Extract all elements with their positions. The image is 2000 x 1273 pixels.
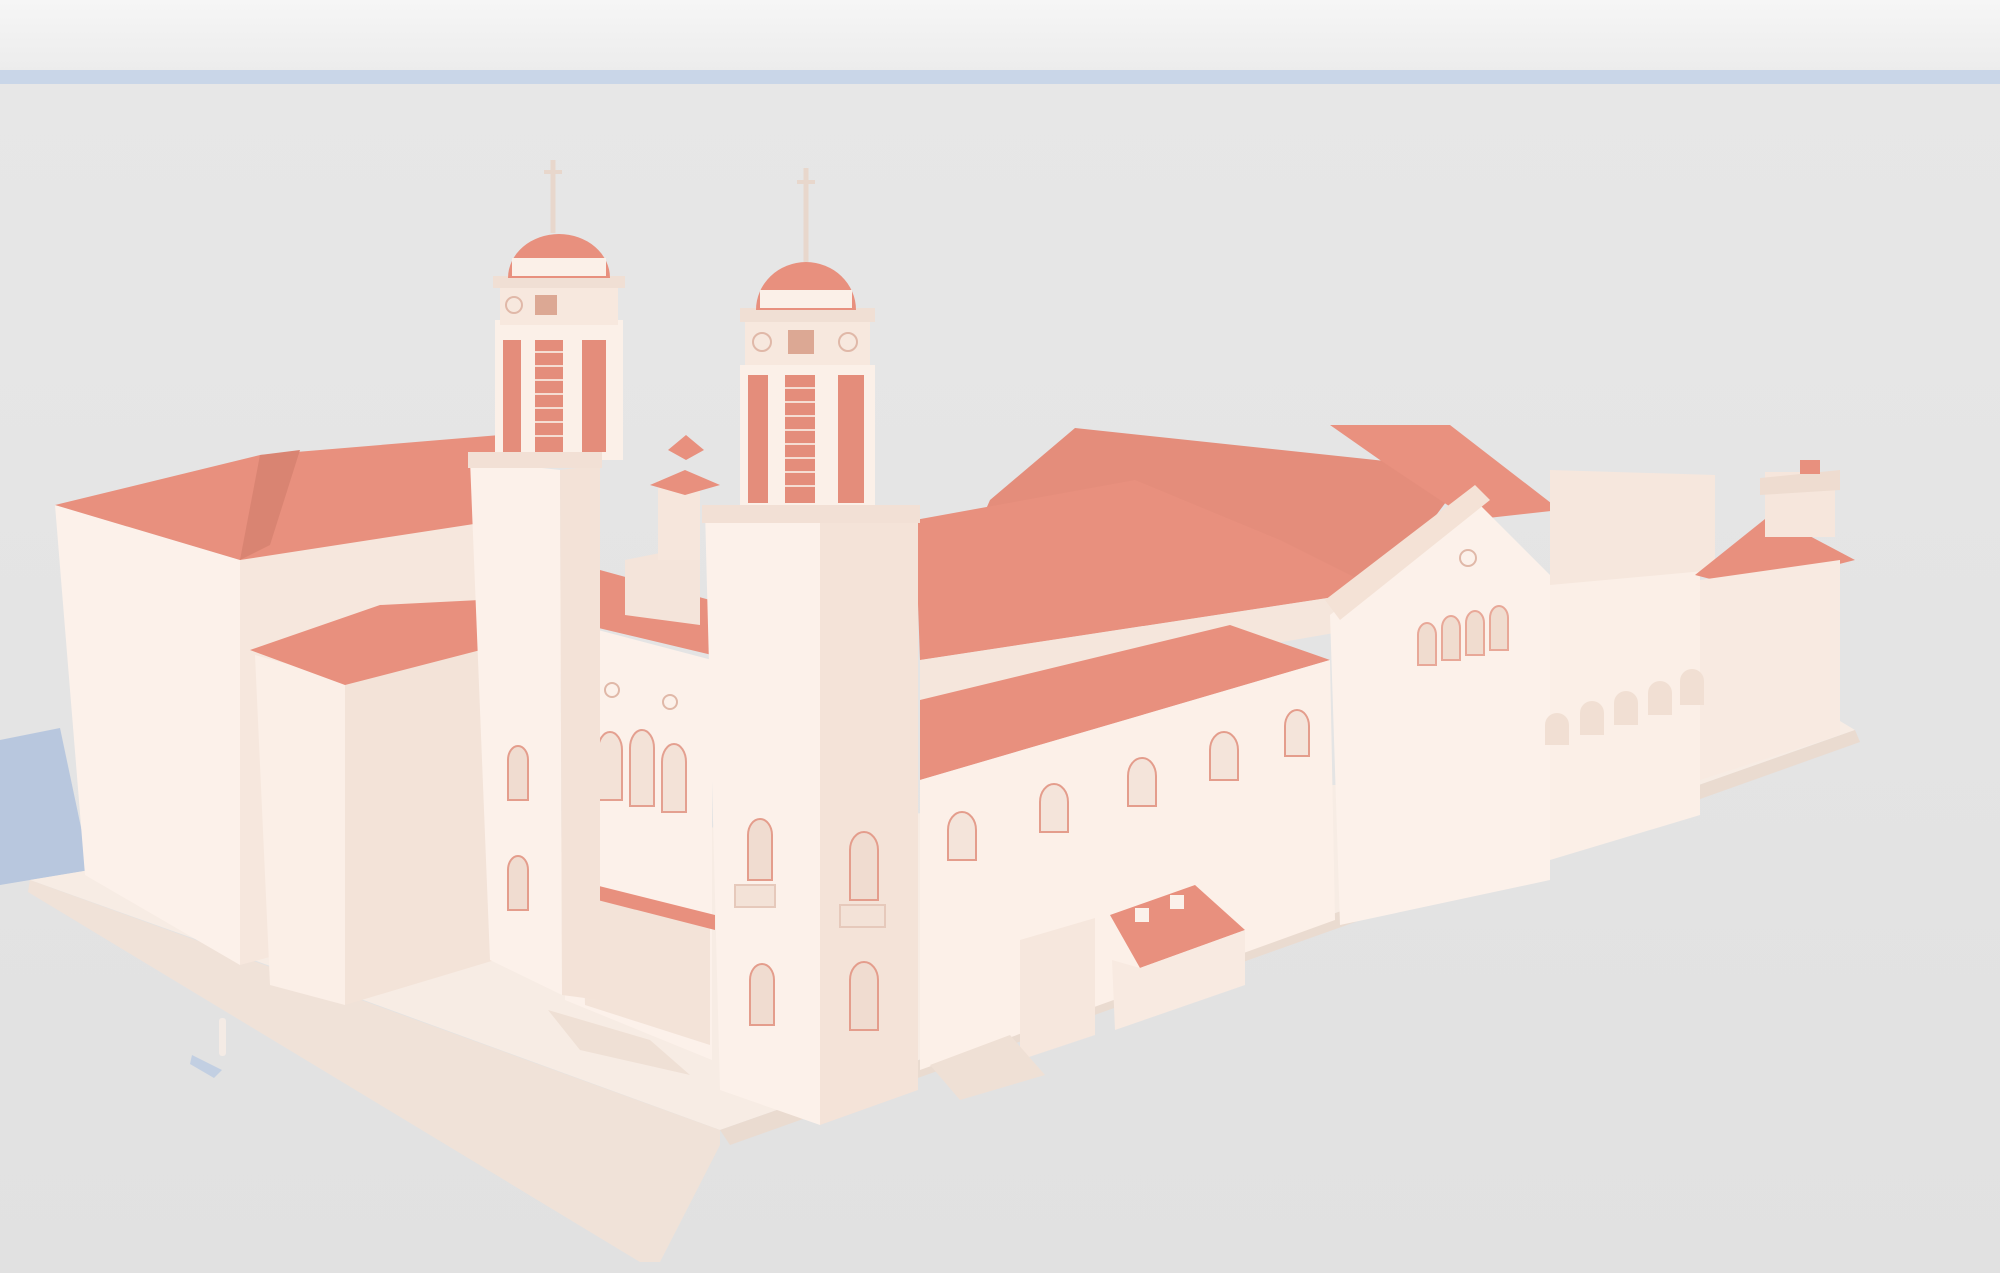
right-tower-shaft-shade <box>820 515 918 1125</box>
vent-stack-2 <box>1170 895 1184 909</box>
right-tower-dome-band <box>760 290 852 308</box>
person-figure <box>219 1018 226 1056</box>
left-tower-balcony <box>734 884 776 908</box>
vent-stack-1 <box>1135 908 1149 922</box>
right-tower-ledge <box>702 505 920 523</box>
left-tower-clock-stage <box>500 285 618 325</box>
right-tower-clock-opening <box>788 330 814 354</box>
right-tower-balcony <box>839 904 886 928</box>
sky <box>0 0 2000 72</box>
right-wing-upper <box>1550 470 1715 585</box>
right-turret-roof <box>1800 460 1820 474</box>
right-tower-cornice <box>740 308 875 322</box>
right-tower-louvers <box>748 375 864 503</box>
porch-structure <box>1020 918 1095 1060</box>
scene-render <box>0 0 2000 1273</box>
left-tower-ledge <box>468 452 602 468</box>
left-tower-clock-opening <box>535 295 557 315</box>
left-tower-dome-band <box>512 258 606 276</box>
left-tower-shaft-shade <box>560 465 600 1000</box>
horizon-band <box>0 70 2000 86</box>
right-tower-shaft <box>705 510 820 1125</box>
annex-side <box>345 640 495 1005</box>
